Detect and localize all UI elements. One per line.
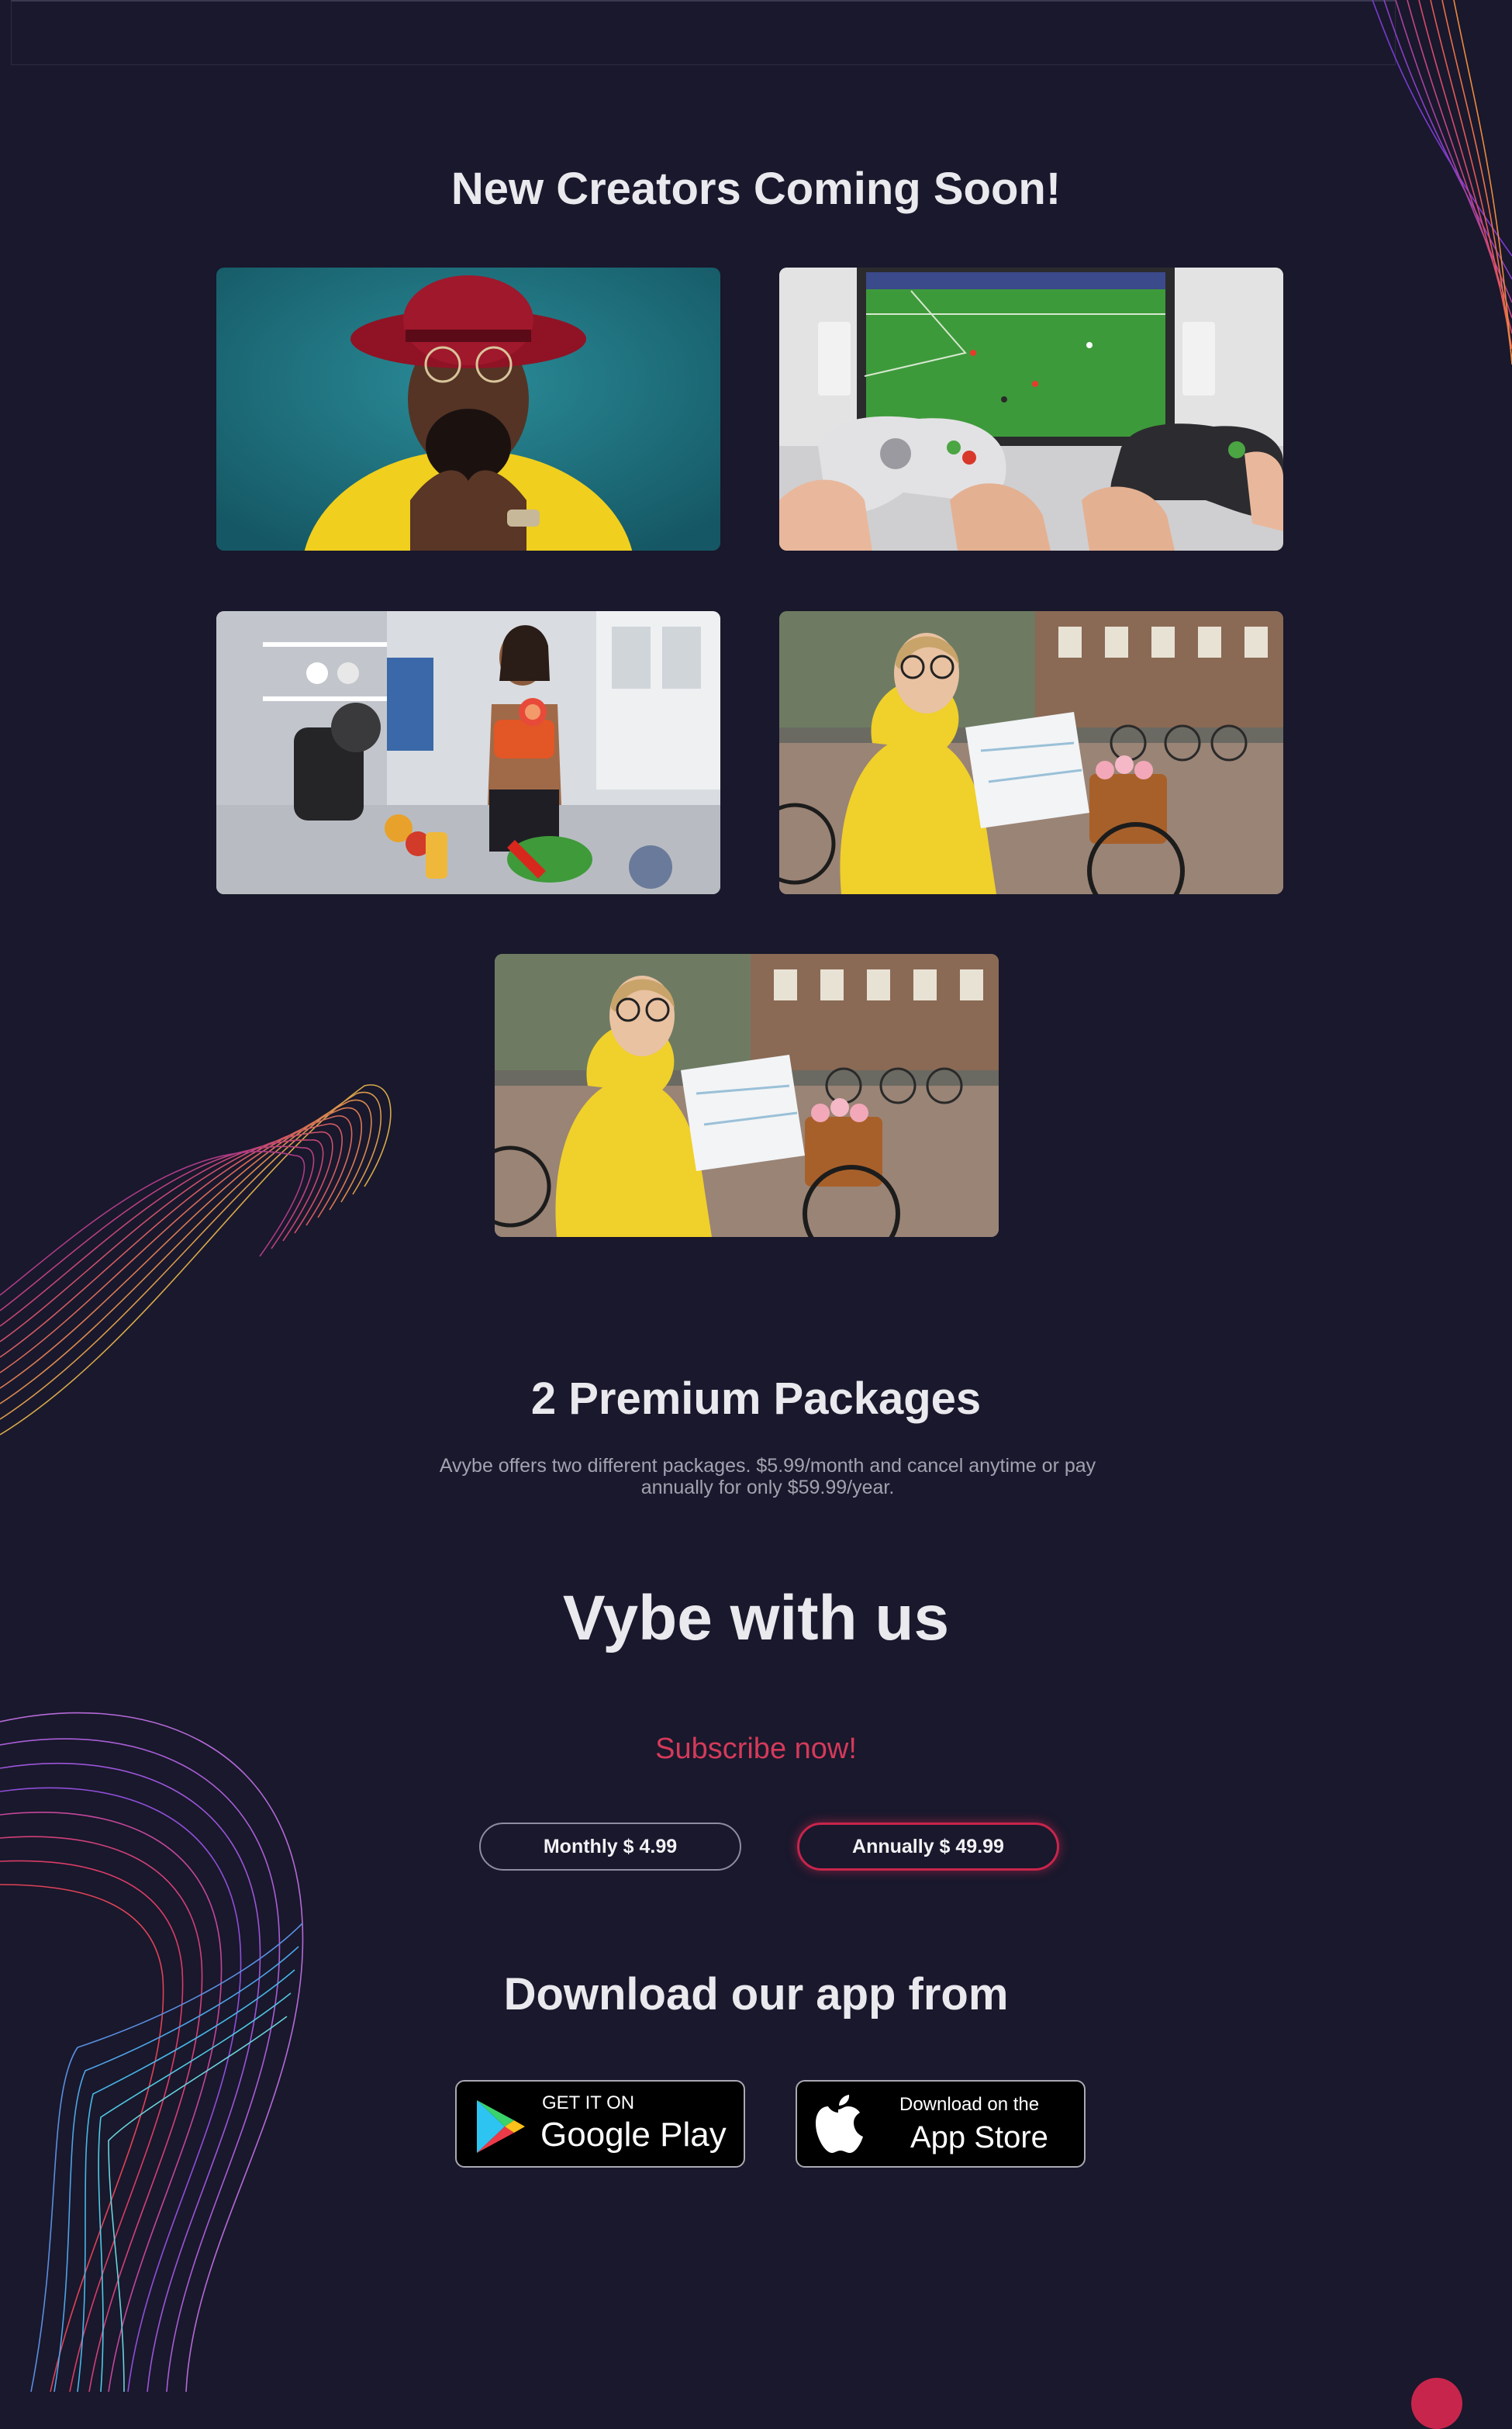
google-play-badge[interactable]: GET IT ON Google Play (455, 2080, 745, 2168)
packages-section-title: 2 Premium Packages (530, 1373, 982, 1424)
creator-photo-kitchen (216, 611, 720, 894)
creator-card[interactable] (495, 954, 999, 1237)
app-store-top-text: Download on the (899, 2094, 1040, 2115)
annual-plan-button[interactable]: Annually $ 49.99 (797, 1823, 1059, 1871)
top-nav-frame (11, 0, 1396, 65)
google-play-top-text: GET IT ON (542, 2092, 635, 2113)
creator-photo-bicycle (495, 954, 999, 1237)
corner-decoration-dot (1411, 2378, 1462, 2429)
creator-card[interactable] (216, 268, 720, 551)
packages-description: Avybe offers two different packages. $5.… (439, 1455, 1096, 1498)
vybe-section-title: Vybe with us (562, 1583, 950, 1653)
google-play-bottom-text: Google Play (540, 2116, 727, 2154)
creator-card[interactable] (779, 611, 1283, 894)
creators-section-title: New Creators Coming Soon! (450, 164, 1062, 214)
google-play-icon (477, 2100, 525, 2153)
creator-card[interactable] (216, 611, 720, 894)
creator-photo-hat-man (216, 268, 720, 551)
apple-icon (816, 2095, 863, 2153)
download-section-title: Download our app from (503, 1969, 1009, 2020)
creator-card[interactable] (779, 268, 1283, 551)
monthly-plan-button[interactable]: Monthly $ 4.99 (479, 1823, 741, 1871)
decorative-waves-bottom-left (0, 1712, 304, 2392)
creator-photo-gaming (779, 268, 1283, 551)
subscribe-label: Subscribe now! (655, 1733, 857, 1765)
app-store-bottom-text: App Store (910, 2120, 1048, 2154)
app-store-badge[interactable]: Download on the App Store (796, 2080, 1086, 2168)
creator-photo-bicycle (779, 611, 1283, 894)
